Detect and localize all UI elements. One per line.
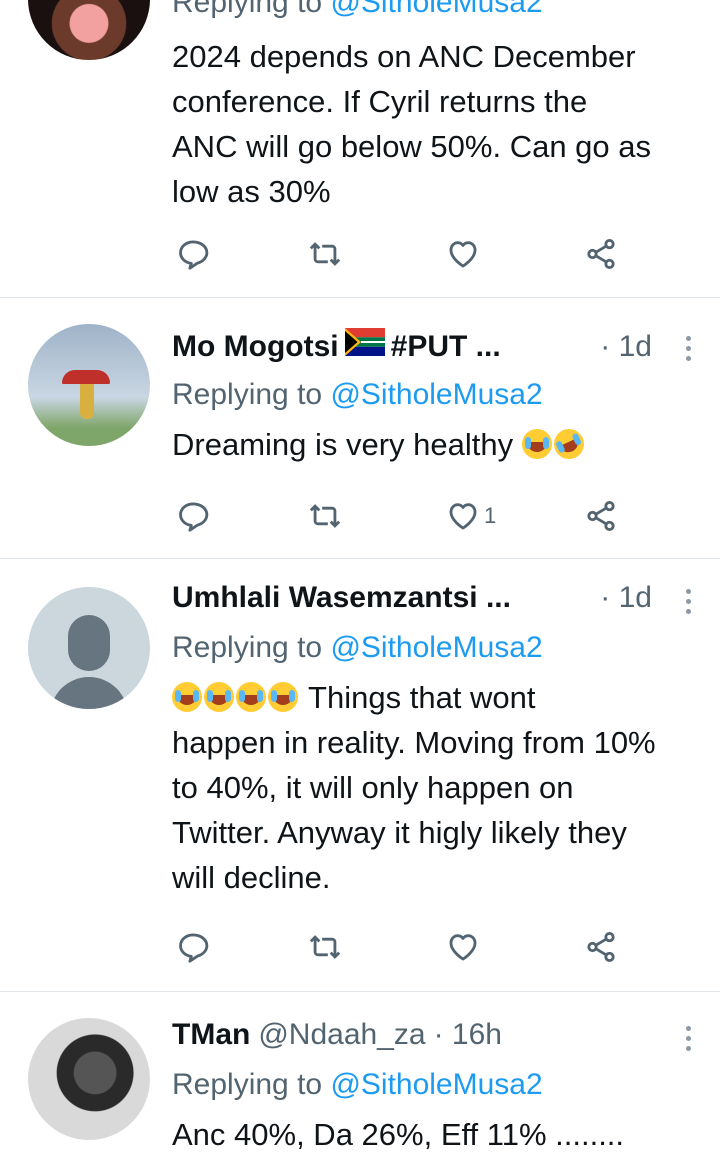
tweet-header: TMan @Ndaah_za · 16h: [172, 1018, 691, 1062]
tweet-1[interactable]: Replying to @SitholeMusa2 2024 depends o…: [0, 0, 720, 298]
joy-emoji-icon: [268, 682, 298, 712]
tweet-text: Anc 40%, Da 26%, Eff 11% ........: [172, 1117, 625, 1152]
like-icon: [446, 499, 480, 533]
replying-to: Replying to @SitholeMusa2: [172, 378, 543, 411]
display-name-suffix[interactable]: #PUT ...: [391, 330, 501, 364]
like-button[interactable]: [446, 232, 480, 276]
avatar[interactable]: [28, 0, 150, 60]
display-name[interactable]: TMan: [172, 1018, 250, 1052]
replying-to: Replying to @SitholeMusa2: [172, 631, 543, 664]
share-button[interactable]: [584, 494, 618, 538]
share-icon: [584, 499, 618, 533]
retweet-button[interactable]: [308, 494, 342, 538]
tweet-4[interactable]: TMan @Ndaah_za · 16h Replying to @Sithol…: [0, 992, 720, 1152]
tweet-text: Things that wont happen in reality. Movi…: [172, 680, 656, 895]
tweet-text: 2024 depends on ANC December conference.…: [172, 39, 652, 209]
handle[interactable]: @Ndaah_za: [258, 1018, 425, 1052]
display-name[interactable]: Umhlali Wasemzantsi ...: [172, 581, 511, 615]
timestamp[interactable]: · 16h: [434, 1018, 502, 1052]
like-button[interactable]: [446, 925, 480, 969]
timestamp[interactable]: · 1d: [600, 581, 652, 615]
joy-emoji-icon: [172, 682, 202, 712]
reply-icon: [176, 930, 210, 964]
tweet-text: Dreaming is very healthy: [172, 422, 690, 467]
retweet-icon: [308, 499, 342, 533]
display-name[interactable]: Mo Mogotsi: [172, 330, 339, 364]
retweet-button[interactable]: [308, 232, 342, 276]
like-count: 1: [484, 503, 497, 528]
like-button[interactable]: 1: [446, 494, 496, 538]
more-icon[interactable]: [678, 585, 698, 625]
share-button[interactable]: [584, 232, 618, 276]
joy-emoji-icon: [236, 682, 266, 712]
replying-to: Replying to @SitholeMusa2: [172, 0, 690, 26]
tweet-actions: [172, 925, 632, 969]
reply-icon: [176, 499, 210, 533]
tweet-2[interactable]: Mo Mogotsi #PUT ... · 1d Replying to @Si…: [0, 298, 720, 559]
rofl-emoji-icon: [548, 424, 589, 464]
timestamp[interactable]: · 1d: [600, 330, 652, 364]
avatar[interactable]: [28, 324, 150, 446]
reply-button[interactable]: [176, 232, 210, 276]
mention-link[interactable]: @SitholeMusa2: [330, 1068, 542, 1101]
tweet-3[interactable]: Umhlali Wasemzantsi ... · 1d Replying to…: [0, 559, 720, 992]
retweet-icon: [308, 930, 342, 964]
joy-emoji-icon: [521, 429, 552, 459]
replying-to: Replying to @SitholeMusa2: [172, 1068, 543, 1101]
avatar[interactable]: [28, 587, 150, 709]
like-icon: [446, 930, 480, 964]
share-button[interactable]: [584, 925, 618, 969]
reply-button[interactable]: [176, 925, 210, 969]
tweet-actions: [172, 232, 632, 276]
retweet-icon: [308, 237, 342, 271]
mention-link[interactable]: @SitholeMusa2: [330, 631, 542, 664]
mention-link[interactable]: @SitholeMusa2: [330, 0, 542, 19]
tweet-actions: 1: [172, 494, 632, 538]
avatar[interactable]: [28, 1018, 150, 1140]
like-icon: [446, 237, 480, 271]
south-africa-flag-icon: [344, 328, 385, 356]
joy-emoji-icon: [204, 682, 234, 712]
tweet-header: Mo Mogotsi #PUT ... · 1d: [172, 328, 691, 372]
reply-icon: [176, 237, 210, 271]
retweet-button[interactable]: [308, 925, 342, 969]
tweet-header: Umhlali Wasemzantsi ... · 1d: [172, 581, 691, 625]
share-icon: [584, 930, 618, 964]
mention-link[interactable]: @SitholeMusa2: [330, 378, 542, 411]
share-icon: [584, 237, 618, 271]
reply-button[interactable]: [176, 494, 210, 538]
more-icon[interactable]: [678, 332, 698, 372]
more-icon[interactable]: [678, 1022, 698, 1062]
